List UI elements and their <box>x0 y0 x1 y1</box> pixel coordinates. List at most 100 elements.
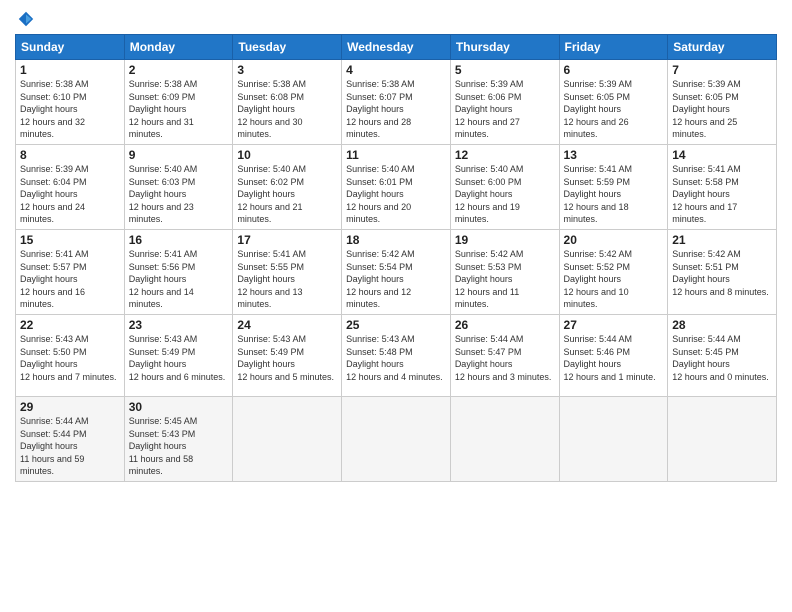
cell-info: Sunrise: 5:41 AMSunset: 5:57 PMDaylight … <box>20 248 120 311</box>
header-saturday: Saturday <box>668 35 777 60</box>
day-number: 7 <box>672 63 772 77</box>
header-wednesday: Wednesday <box>342 35 451 60</box>
cell-info: Sunrise: 5:44 AMSunset: 5:45 PMDaylight … <box>672 333 772 383</box>
cell-info: Sunrise: 5:40 AMSunset: 6:00 PMDaylight … <box>455 163 555 226</box>
day-number: 10 <box>237 148 337 162</box>
calendar-cell: 28Sunrise: 5:44 AMSunset: 5:45 PMDayligh… <box>668 314 777 396</box>
cell-info: Sunrise: 5:44 AMSunset: 5:46 PMDaylight … <box>564 333 664 383</box>
calendar-cell: 12Sunrise: 5:40 AMSunset: 6:00 PMDayligh… <box>450 144 559 229</box>
calendar-cell: 29Sunrise: 5:44 AMSunset: 5:44 PMDayligh… <box>16 396 125 481</box>
day-number: 17 <box>237 233 337 247</box>
calendar-week-row: 15Sunrise: 5:41 AMSunset: 5:57 PMDayligh… <box>16 229 777 314</box>
calendar-cell <box>668 396 777 481</box>
calendar-cell: 5Sunrise: 5:39 AMSunset: 6:06 PMDaylight… <box>450 60 559 145</box>
calendar-cell <box>559 396 668 481</box>
day-number: 28 <box>672 318 772 332</box>
cell-info: Sunrise: 5:44 AMSunset: 5:47 PMDaylight … <box>455 333 555 383</box>
day-number: 26 <box>455 318 555 332</box>
calendar-week-row: 29Sunrise: 5:44 AMSunset: 5:44 PMDayligh… <box>16 396 777 481</box>
day-number: 8 <box>20 148 120 162</box>
cell-info: Sunrise: 5:39 AMSunset: 6:05 PMDaylight … <box>672 78 772 141</box>
calendar-cell: 10Sunrise: 5:40 AMSunset: 6:02 PMDayligh… <box>233 144 342 229</box>
day-number: 14 <box>672 148 772 162</box>
calendar-cell: 14Sunrise: 5:41 AMSunset: 5:58 PMDayligh… <box>668 144 777 229</box>
calendar-cell: 16Sunrise: 5:41 AMSunset: 5:56 PMDayligh… <box>124 229 233 314</box>
cell-info: Sunrise: 5:42 AMSunset: 5:51 PMDaylight … <box>672 248 772 298</box>
day-number: 21 <box>672 233 772 247</box>
calendar-cell: 15Sunrise: 5:41 AMSunset: 5:57 PMDayligh… <box>16 229 125 314</box>
day-number: 23 <box>129 318 229 332</box>
cell-info: Sunrise: 5:43 AMSunset: 5:49 PMDaylight … <box>237 333 337 383</box>
day-number: 19 <box>455 233 555 247</box>
cell-info: Sunrise: 5:42 AMSunset: 5:52 PMDaylight … <box>564 248 664 311</box>
cell-info: Sunrise: 5:43 AMSunset: 5:49 PMDaylight … <box>129 333 229 383</box>
calendar-cell: 24Sunrise: 5:43 AMSunset: 5:49 PMDayligh… <box>233 314 342 396</box>
cell-info: Sunrise: 5:38 AMSunset: 6:07 PMDaylight … <box>346 78 446 141</box>
calendar-cell: 21Sunrise: 5:42 AMSunset: 5:51 PMDayligh… <box>668 229 777 314</box>
calendar-cell: 4Sunrise: 5:38 AMSunset: 6:07 PMDaylight… <box>342 60 451 145</box>
day-number: 2 <box>129 63 229 77</box>
day-number: 3 <box>237 63 337 77</box>
calendar-cell: 17Sunrise: 5:41 AMSunset: 5:55 PMDayligh… <box>233 229 342 314</box>
day-number: 29 <box>20 400 120 414</box>
cell-info: Sunrise: 5:41 AMSunset: 5:58 PMDaylight … <box>672 163 772 226</box>
day-number: 13 <box>564 148 664 162</box>
day-number: 11 <box>346 148 446 162</box>
cell-info: Sunrise: 5:39 AMSunset: 6:05 PMDaylight … <box>564 78 664 141</box>
day-number: 22 <box>20 318 120 332</box>
header-friday: Friday <box>559 35 668 60</box>
day-number: 15 <box>20 233 120 247</box>
calendar-cell: 3Sunrise: 5:38 AMSunset: 6:08 PMDaylight… <box>233 60 342 145</box>
calendar-cell: 18Sunrise: 5:42 AMSunset: 5:54 PMDayligh… <box>342 229 451 314</box>
calendar-table: SundayMondayTuesdayWednesdayThursdayFrid… <box>15 34 777 482</box>
calendar-cell: 13Sunrise: 5:41 AMSunset: 5:59 PMDayligh… <box>559 144 668 229</box>
calendar-cell: 30Sunrise: 5:45 AMSunset: 5:43 PMDayligh… <box>124 396 233 481</box>
calendar-cell: 25Sunrise: 5:43 AMSunset: 5:48 PMDayligh… <box>342 314 451 396</box>
cell-info: Sunrise: 5:40 AMSunset: 6:02 PMDaylight … <box>237 163 337 226</box>
calendar-cell: 7Sunrise: 5:39 AMSunset: 6:05 PMDaylight… <box>668 60 777 145</box>
calendar-cell: 23Sunrise: 5:43 AMSunset: 5:49 PMDayligh… <box>124 314 233 396</box>
calendar-cell: 6Sunrise: 5:39 AMSunset: 6:05 PMDaylight… <box>559 60 668 145</box>
day-number: 16 <box>129 233 229 247</box>
calendar-cell: 2Sunrise: 5:38 AMSunset: 6:09 PMDaylight… <box>124 60 233 145</box>
cell-info: Sunrise: 5:43 AMSunset: 5:48 PMDaylight … <box>346 333 446 383</box>
header-monday: Monday <box>124 35 233 60</box>
logo-icon <box>17 10 35 28</box>
cell-info: Sunrise: 5:44 AMSunset: 5:44 PMDaylight … <box>20 415 120 478</box>
cell-info: Sunrise: 5:45 AMSunset: 5:43 PMDaylight … <box>129 415 229 478</box>
header-thursday: Thursday <box>450 35 559 60</box>
cell-info: Sunrise: 5:41 AMSunset: 5:59 PMDaylight … <box>564 163 664 226</box>
day-number: 1 <box>20 63 120 77</box>
calendar-cell: 1Sunrise: 5:38 AMSunset: 6:10 PMDaylight… <box>16 60 125 145</box>
day-number: 18 <box>346 233 446 247</box>
calendar-cell: 9Sunrise: 5:40 AMSunset: 6:03 PMDaylight… <box>124 144 233 229</box>
day-number: 6 <box>564 63 664 77</box>
day-number: 27 <box>564 318 664 332</box>
calendar-week-row: 8Sunrise: 5:39 AMSunset: 6:04 PMDaylight… <box>16 144 777 229</box>
day-number: 25 <box>346 318 446 332</box>
cell-info: Sunrise: 5:42 AMSunset: 5:53 PMDaylight … <box>455 248 555 311</box>
cell-info: Sunrise: 5:40 AMSunset: 6:01 PMDaylight … <box>346 163 446 226</box>
calendar-week-row: 22Sunrise: 5:43 AMSunset: 5:50 PMDayligh… <box>16 314 777 396</box>
calendar-cell <box>233 396 342 481</box>
calendar-cell <box>450 396 559 481</box>
cell-info: Sunrise: 5:38 AMSunset: 6:10 PMDaylight … <box>20 78 120 141</box>
calendar-cell: 22Sunrise: 5:43 AMSunset: 5:50 PMDayligh… <box>16 314 125 396</box>
page-header <box>15 10 777 28</box>
cell-info: Sunrise: 5:40 AMSunset: 6:03 PMDaylight … <box>129 163 229 226</box>
calendar-cell: 8Sunrise: 5:39 AMSunset: 6:04 PMDaylight… <box>16 144 125 229</box>
cell-info: Sunrise: 5:41 AMSunset: 5:56 PMDaylight … <box>129 248 229 311</box>
day-number: 9 <box>129 148 229 162</box>
calendar-header-row: SundayMondayTuesdayWednesdayThursdayFrid… <box>16 35 777 60</box>
calendar-cell: 20Sunrise: 5:42 AMSunset: 5:52 PMDayligh… <box>559 229 668 314</box>
day-number: 5 <box>455 63 555 77</box>
calendar-week-row: 1Sunrise: 5:38 AMSunset: 6:10 PMDaylight… <box>16 60 777 145</box>
cell-info: Sunrise: 5:38 AMSunset: 6:08 PMDaylight … <box>237 78 337 141</box>
calendar-cell <box>342 396 451 481</box>
cell-info: Sunrise: 5:39 AMSunset: 6:04 PMDaylight … <box>20 163 120 226</box>
cell-info: Sunrise: 5:42 AMSunset: 5:54 PMDaylight … <box>346 248 446 311</box>
calendar-cell: 19Sunrise: 5:42 AMSunset: 5:53 PMDayligh… <box>450 229 559 314</box>
day-number: 20 <box>564 233 664 247</box>
logo <box>15 10 35 28</box>
cell-info: Sunrise: 5:41 AMSunset: 5:55 PMDaylight … <box>237 248 337 311</box>
